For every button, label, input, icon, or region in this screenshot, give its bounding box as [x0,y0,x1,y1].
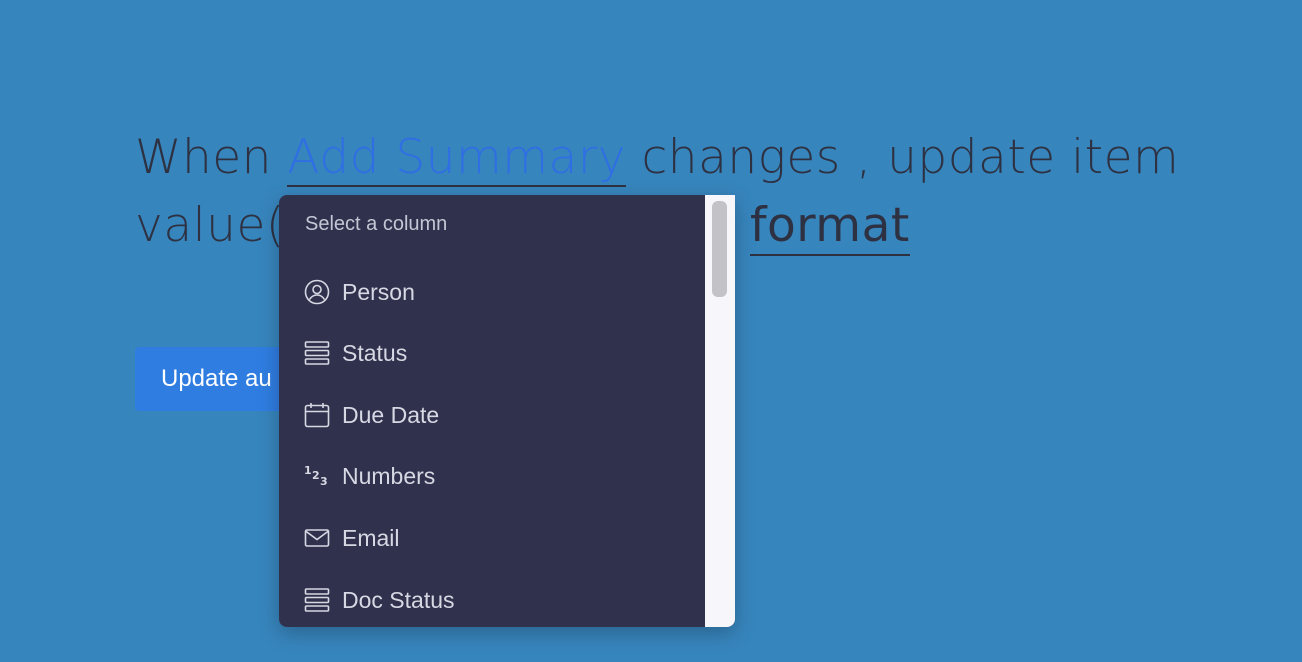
recipe-sentence: When Add Summary changes , update item [135,124,1235,192]
calendar-icon [304,402,330,428]
scrollbar-thumb[interactable] [712,201,727,297]
format-field-link[interactable]: format [750,192,910,256]
option-label: Email [342,524,400,551]
svg-text:3: 3 [320,475,328,488]
dropdown-scrollbar[interactable] [705,195,735,627]
sentence-when: When [135,130,272,185]
option-person[interactable]: Person [279,267,705,317]
option-numbers[interactable]: 1 2 3 Numbers [279,451,705,501]
option-label: Due Date [342,401,440,428]
status-icon [304,587,330,613]
option-status[interactable]: Status [279,328,705,378]
option-label: Numbers [342,462,436,489]
option-due-date[interactable]: Due Date [279,390,705,440]
svg-text:2: 2 [312,469,320,482]
option-label: Doc Status [342,586,455,613]
sentence-value-prefix: value( [135,198,285,253]
numbers-icon: 1 2 3 [304,463,330,489]
status-icon [304,340,330,366]
add-summary-field-link[interactable]: Add Summary [287,130,626,187]
dropdown-header: Select a column [305,213,448,235]
option-email[interactable]: Email [279,513,705,563]
option-label: Person [342,278,415,305]
column-select-dropdown: Select a column Person Status Due Date 1… [279,195,735,627]
option-label: Status [342,339,408,366]
email-icon [304,525,330,551]
person-icon [304,279,330,305]
option-doc-status[interactable]: Doc Status [279,575,705,625]
svg-text:1: 1 [304,464,312,477]
sentence-changes-text: changes , update item [641,130,1180,185]
